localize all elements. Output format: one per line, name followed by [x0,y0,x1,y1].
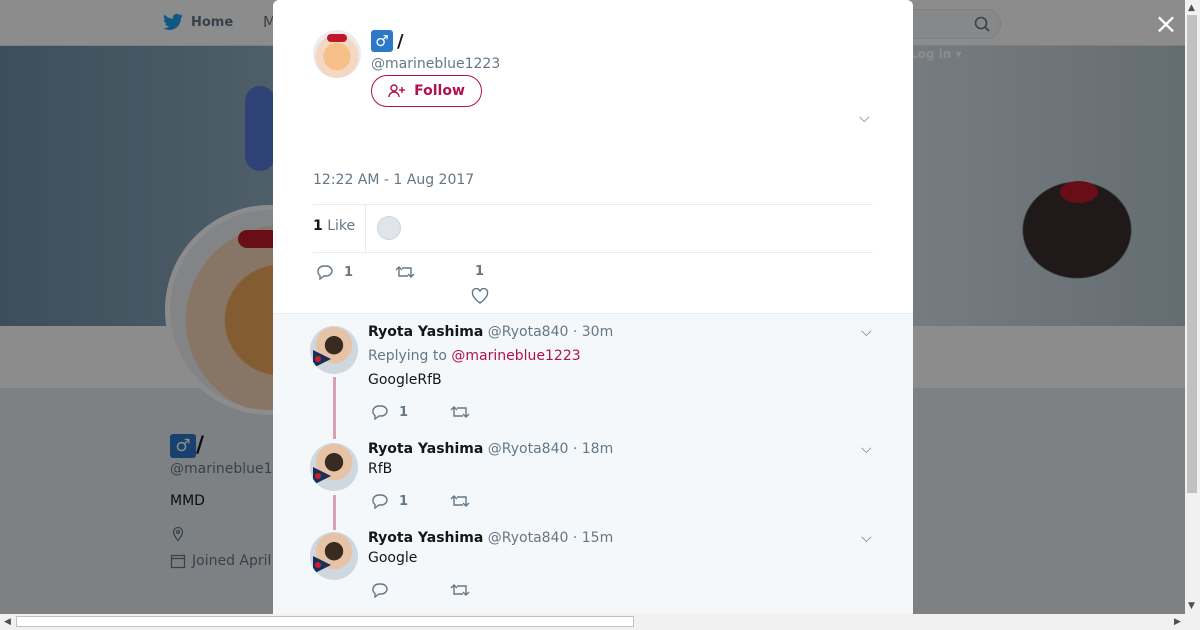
author-handle[interactable]: @marineblue1223 [371,56,500,72]
like-label: Like [327,218,356,234]
reply-count: 1 [344,264,354,280]
follow-label: Follow [414,83,465,99]
reply-author-name[interactable]: Ryota Yashima [368,530,483,546]
reply-header: Ryota Yashima @Ryota840 · 15m [368,530,613,546]
reply-icon [317,265,333,280]
like-count: 1 [313,218,323,234]
reply-text: RfB [368,461,393,477]
reply-author-handle[interactable]: @Ryota840 [488,441,569,457]
scroll-up-arrow-icon[interactable]: ▲ [1188,3,1195,13]
reply-header: Ryota Yashima @Ryota840 · 30m [368,324,613,340]
chevron-down-icon[interactable]: ⌵ [861,530,872,546]
reply-author-name[interactable]: Ryota Yashima [368,324,483,340]
chevron-down-icon[interactable]: ⌵ [861,324,872,340]
avatar-bow [327,34,347,42]
replying-to-label: Replying to [368,348,447,364]
like-stat[interactable]: 1 Like [313,218,355,234]
reply-action[interactable]: 1 [371,404,408,420]
reply-text: Google [368,550,418,566]
flag-icon [313,467,331,485]
add-user-icon [388,84,406,98]
reply-count: 1 [399,493,409,509]
thread-line [333,495,336,530]
reply-icon [372,405,388,420]
retweet-action[interactable] [395,264,415,280]
author-name[interactable]: ♂ / [371,30,404,52]
reply-author-handle[interactable]: @Ryota840 [488,530,569,546]
chevron-down-icon[interactable]: ⌵ [861,441,872,457]
retweet-icon [450,584,470,596]
scroll-down-arrow-icon[interactable]: ▼ [1188,601,1195,611]
reply-icon [372,583,388,598]
reply-time[interactable]: · 15m [573,530,613,546]
reply-avatar[interactable] [310,443,358,491]
retweet-icon [450,406,470,418]
tweet-modal: ♂ / @marineblue1223 Follow ⌵ 12:22 AM - 1… [273,0,913,614]
reply-header: Ryota Yashima @Ryota840 · 18m [368,441,613,457]
reply-author-name[interactable]: Ryota Yashima [368,441,483,457]
reply-action[interactable] [371,582,389,598]
author-name-suffix: / [397,30,404,52]
reply-avatar[interactable] [310,532,358,580]
follow-button[interactable]: Follow [371,75,482,107]
stats-divider [365,205,366,252]
retweet-icon [395,266,415,278]
reply-text: GoogleRfB [368,372,442,388]
reply-action[interactable]: 1 [316,264,353,280]
reply-icon [372,494,388,509]
close-icon[interactable]: × [1154,10,1178,38]
author-avatar[interactable] [313,30,361,78]
heart-icon [471,288,489,304]
reply-author-handle[interactable]: @Ryota840 [488,324,569,340]
reply-count: 1 [399,404,409,420]
retweet-action[interactable] [450,404,470,420]
flag-icon [313,556,331,574]
reply-avatar[interactable] [310,326,358,374]
favorite-count: 1 [475,264,485,279]
retweet-action[interactable] [450,582,470,598]
thread-line [333,377,336,439]
liker-avatar[interactable] [377,216,401,240]
reply-time[interactable]: · 18m [573,441,613,457]
horizontal-scroll-thumb[interactable] [16,616,634,627]
vertical-scroll-thumb[interactable] [1187,15,1197,493]
replying-to-link[interactable]: @marineblue1223 [451,348,580,364]
tweet-stats: 1 Like [313,204,873,253]
scroll-left-arrow-icon[interactable]: ◀ [4,617,11,627]
retweet-action[interactable] [450,493,470,509]
flag-icon [313,350,331,368]
reply-action[interactable]: 1 [371,493,408,509]
tweet-timestamp[interactable]: 12:22 AM - 1 Aug 2017 [313,172,474,188]
male-sign-icon: ♂ [371,30,393,52]
reply-time[interactable]: · 30m [573,324,613,340]
chevron-down-icon[interactable]: ⌵ [859,110,870,126]
replying-to: Replying to @marineblue1223 [368,348,581,364]
tweet-actions: 1 1 [313,264,873,304]
retweet-icon [450,495,470,507]
scroll-right-arrow-icon[interactable]: ▶ [1174,617,1181,627]
